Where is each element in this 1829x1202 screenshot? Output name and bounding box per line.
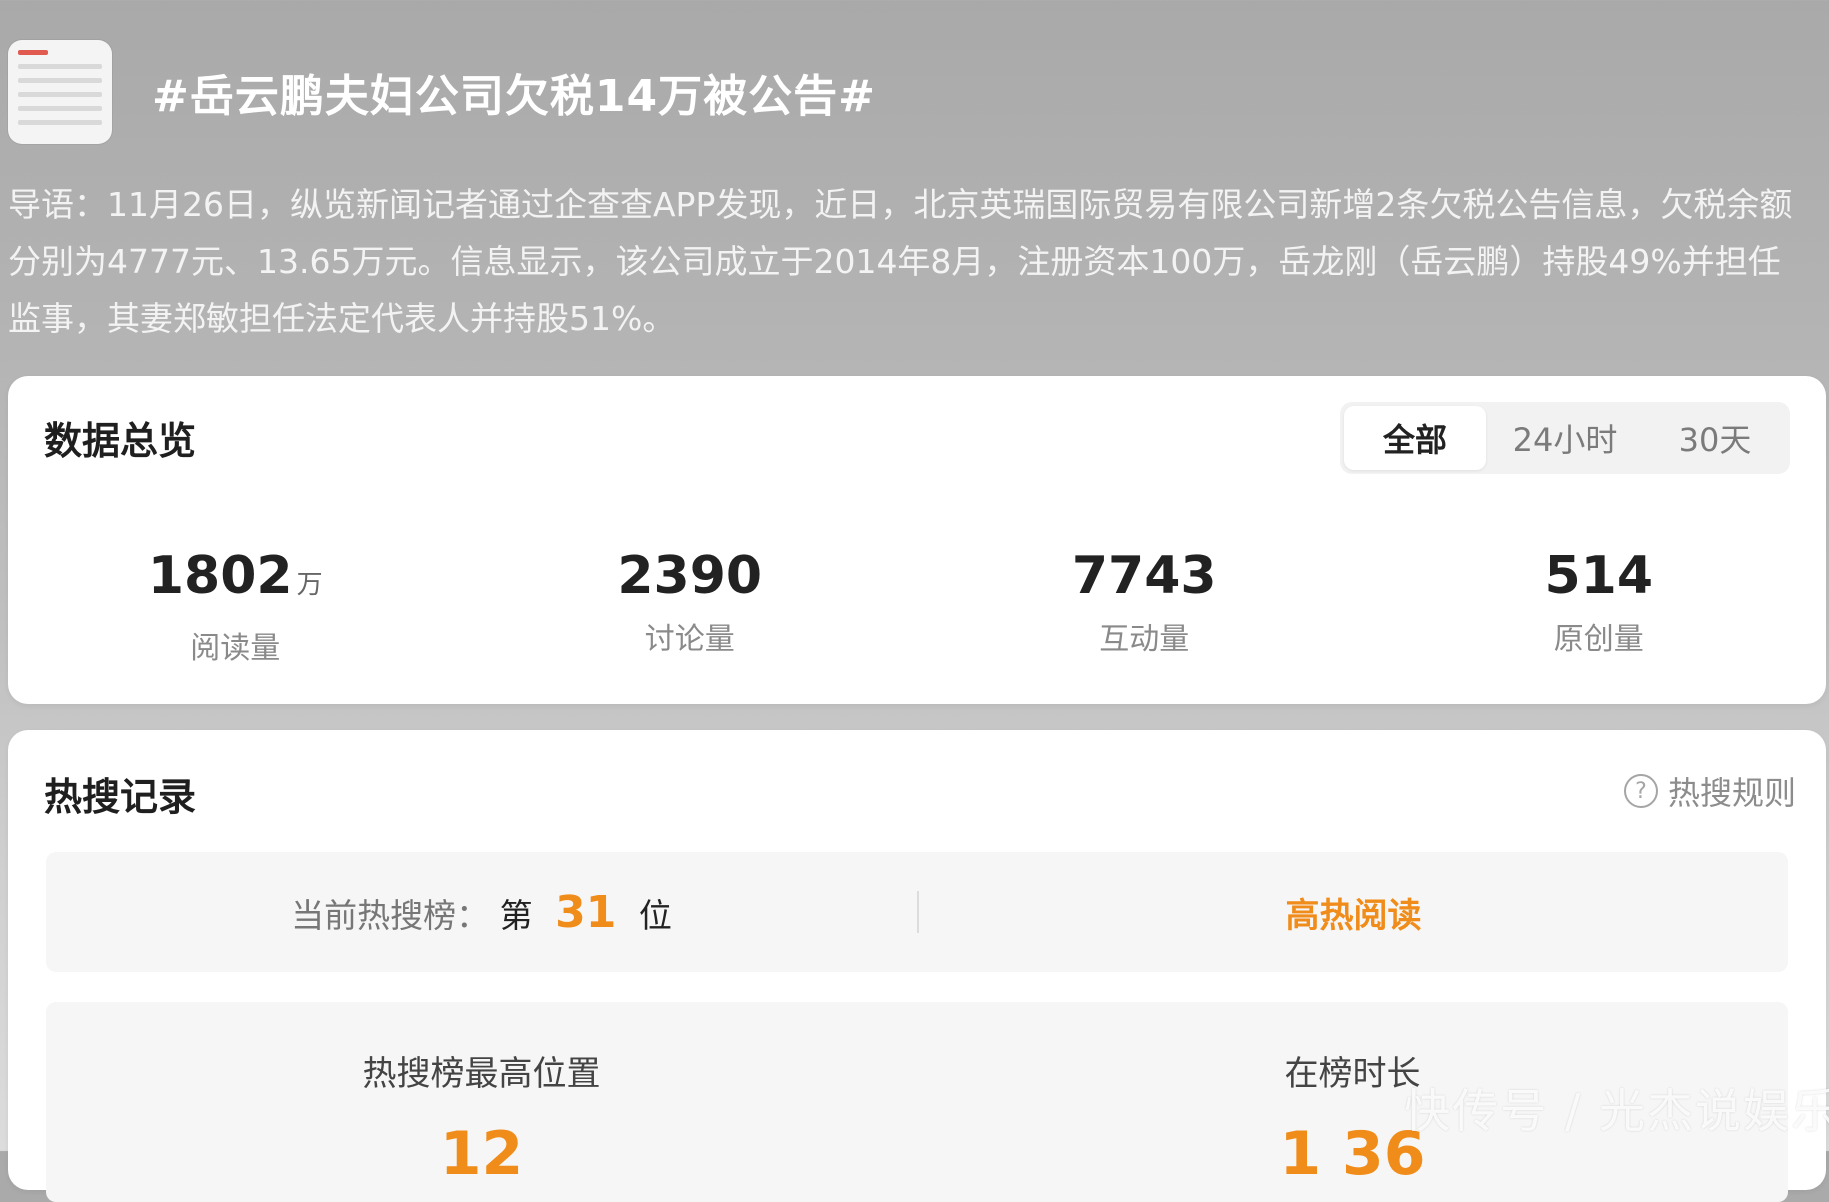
current-rank-box: 当前热搜榜： 第 31 位 高热阅读 — [46, 852, 1788, 972]
stat-reads-value: 1802 — [147, 546, 293, 606]
stat-interactions-label: 互动量 — [1099, 622, 1190, 657]
metric-highest-position: 热搜榜最高位置 12 — [46, 1002, 917, 1202]
rank-prefix-label: 当前热搜榜： — [291, 895, 490, 935]
rank-post: 位 — [638, 895, 672, 935]
tab-24h[interactable]: 24小时 — [1494, 406, 1636, 470]
hot-rule-label: 热搜规则 — [1667, 774, 1796, 812]
current-rank: 当前热搜榜： 第 31 位 — [46, 887, 917, 938]
rank-pre: 第 — [499, 895, 533, 935]
stat-discussions: 2390 讨论量 — [463, 546, 918, 667]
watermark: 快传号 / 光杰说娱乐 — [1404, 1084, 1829, 1138]
hot-rule-link[interactable]: ? 热搜规则 — [1623, 768, 1796, 814]
stat-discussions-value: 2390 — [617, 546, 763, 606]
topic-thumbnail — [8, 40, 112, 144]
time-range-tabs: 全部 24小时 30天 — [1340, 402, 1790, 474]
metric-highest-position-value: 12 — [439, 1119, 524, 1189]
data-overview-card: 数据总览 全部 24小时 30天 1802 万 阅读量 2390 讨论量 7743… — [8, 376, 1826, 704]
topic-header: #岳云鹏夫妇公司欠税14万被公告# — [8, 38, 876, 146]
metric-highest-position-label: 热搜榜最高位置 — [362, 1054, 601, 1094]
overview-title: 数据总览 — [44, 419, 197, 463]
stats-row: 1802 万 阅读量 2390 讨论量 7743 互动量 514 原创量 — [8, 546, 1826, 667]
stat-interactions-value: 7743 — [1071, 546, 1217, 606]
stat-reads-unit: 万 — [296, 570, 323, 600]
stat-originals-value: 514 — [1544, 546, 1654, 606]
stat-originals-label: 原创量 — [1553, 622, 1644, 657]
topic-title: #岳云鹏夫妇公司欠税14万被公告# — [152, 71, 876, 122]
stat-originals: 514 原创量 — [1372, 546, 1827, 667]
tab-all[interactable]: 全部 — [1344, 406, 1486, 470]
hot-status: 高热阅读 — [1285, 895, 1422, 936]
stat-discussions-label: 讨论量 — [644, 622, 735, 657]
hot-title: 热搜记录 — [44, 775, 197, 819]
tab-30d[interactable]: 30天 — [1644, 406, 1786, 470]
stat-reads: 1802 万 阅读量 — [8, 546, 463, 667]
stat-interactions: 7743 互动量 — [917, 546, 1372, 667]
lead-paragraph: 导语：11月26日，纵览新闻记者通过企查查APP发现，近日，北京英瑞国际贸易有限… — [8, 185, 1793, 338]
stat-reads-label: 阅读量 — [190, 631, 281, 666]
help-icon: ? — [1623, 774, 1658, 808]
rank-value: 31 — [555, 886, 617, 938]
